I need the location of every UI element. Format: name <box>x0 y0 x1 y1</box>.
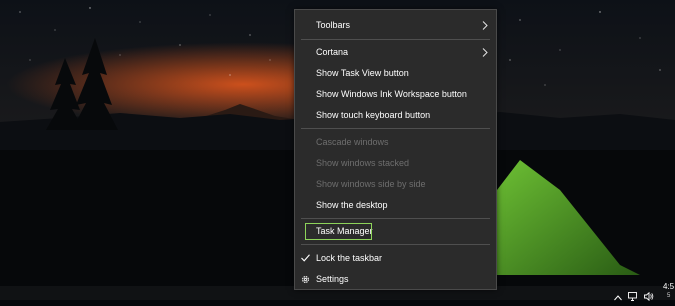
menu-item-label: Show the desktop <box>316 200 388 210</box>
menu-item-label: Show windows side by side <box>316 179 426 189</box>
menu-item-show-windows-ink-workspace-button[interactable]: Show Windows Ink Workspace button <box>295 84 496 105</box>
menu-separator <box>301 218 490 219</box>
volume-icon[interactable] <box>644 288 654 306</box>
menu-item-show-windows-stacked: Show windows stacked <box>295 153 496 174</box>
gear-icon <box>301 269 311 290</box>
highlight-box <box>305 223 372 240</box>
menu-item-cortana[interactable]: Cortana <box>295 42 496 63</box>
menu-item-show-touch-keyboard-button[interactable]: Show touch keyboard button <box>295 105 496 126</box>
menu-separator <box>301 39 490 40</box>
network-icon[interactable] <box>628 288 638 306</box>
menu-item-label: Show Task View button <box>316 68 409 78</box>
menu-item-show-task-view-button[interactable]: Show Task View button <box>295 63 496 84</box>
menu-item-label: Cascade windows <box>316 137 389 147</box>
chevron-right-icon <box>482 42 490 63</box>
menu-item-lock-the-taskbar[interactable]: Lock the taskbar <box>295 248 496 269</box>
menu-item-label: Settings <box>316 274 349 284</box>
checkmark-icon <box>301 248 311 269</box>
menu-item-label: Cortana <box>316 47 349 57</box>
menu-item-toolbars[interactable]: Toolbars <box>295 15 496 36</box>
chevron-right-icon <box>482 15 490 36</box>
menu-item-label: Show Windows Ink Workspace button <box>316 89 467 99</box>
clock-time[interactable]: 4:5 <box>663 282 674 291</box>
taskbar-context-menu: Toolbars Cortana Show Task View button S… <box>294 9 497 290</box>
menu-item-cascade-windows: Cascade windows <box>295 132 496 153</box>
menu-item-label: Toolbars <box>316 20 351 30</box>
menu-item-task-manager[interactable]: Task Manager <box>295 221 496 242</box>
clock-date: 5 <box>667 293 671 299</box>
menu-item-show-the-desktop[interactable]: Show the desktop <box>295 195 496 216</box>
menu-item-show-windows-side-by-side: Show windows side by side <box>295 174 496 195</box>
menu-item-label: Show windows stacked <box>316 158 410 168</box>
menu-separator <box>301 128 490 129</box>
menu-item-settings[interactable]: Settings <box>295 269 496 290</box>
chevron-up-icon[interactable] <box>614 288 622 306</box>
menu-item-label: Lock the taskbar <box>316 253 383 263</box>
menu-separator <box>301 244 490 245</box>
menu-item-label: Show touch keyboard button <box>316 110 431 120</box>
